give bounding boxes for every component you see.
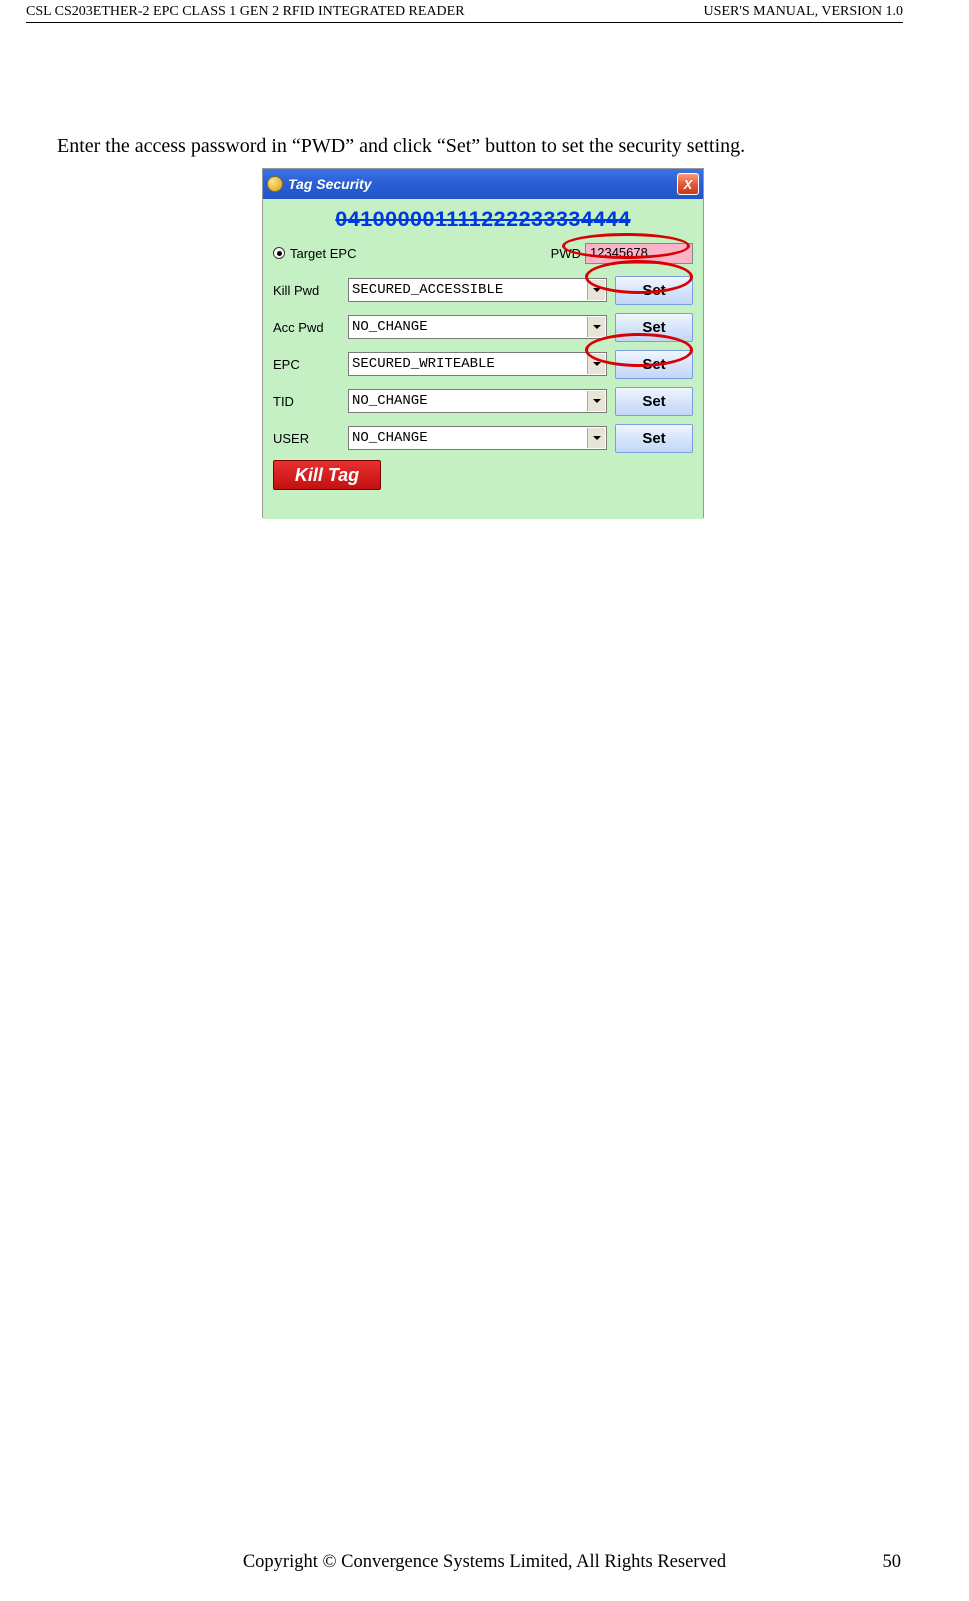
chevron-down-icon [587,428,605,448]
epc-display: 041000001111222233334444 [273,203,693,238]
epc-dropdown[interactable]: SECURED_WRITEABLE [348,352,607,376]
target-row: Target EPC PWD 12345678 [273,238,693,268]
content: Enter the access password in “PWD” and c… [57,135,909,518]
accpwd-label: Acc Pwd [273,320,348,335]
tid-dropdown[interactable]: NO_CHANGE [348,389,607,413]
app-icon [267,176,283,192]
window-title: Tag Security [288,176,372,192]
instruction-text: Enter the access password in “PWD” and c… [57,135,909,158]
page-number: 50 [883,1552,902,1573]
epc-row: EPC SECURED_WRITEABLE Set [273,349,693,379]
pwd-label: PWD [551,246,581,261]
epc-value: SECURED_WRITEABLE [352,356,495,372]
chevron-down-icon [587,280,605,300]
accpwd-set-button[interactable]: Set [615,313,693,342]
close-button[interactable]: X [677,173,699,195]
user-value: NO_CHANGE [352,430,428,446]
page-header: CSL CS203ETHER-2 EPC CLASS 1 GEN 2 RFID … [26,4,903,23]
pwd-input[interactable]: 12345678 [585,243,693,264]
chevron-down-icon [587,391,605,411]
tid-label: TID [273,394,348,409]
tid-set-button[interactable]: Set [615,387,693,416]
epc-set-button[interactable]: Set [615,350,693,379]
accpwd-dropdown[interactable]: NO_CHANGE [348,315,607,339]
chevron-down-icon [587,354,605,374]
user-dropdown[interactable]: NO_CHANGE [348,426,607,450]
killpwd-set-button[interactable]: Set [615,276,693,305]
footer-copyright: Copyright © Convergence Systems Limited,… [0,1552,969,1573]
killpwd-label: Kill Pwd [273,283,348,298]
titlebar: Tag Security X [263,169,703,199]
target-epc-radio[interactable] [273,247,285,259]
tid-row: TID NO_CHANGE Set [273,386,693,416]
tid-value: NO_CHANGE [352,393,428,409]
header-left: CSL CS203ETHER-2 EPC CLASS 1 GEN 2 RFID … [26,4,465,20]
tag-security-window: Tag Security X 041000001111222233334444 … [262,168,704,518]
epc-label: EPC [273,357,348,372]
user-row: USER NO_CHANGE Set [273,423,693,453]
killpwd-value: SECURED_ACCESSIBLE [352,282,503,298]
accpwd-value: NO_CHANGE [352,319,428,335]
user-set-button[interactable]: Set [615,424,693,453]
killpwd-dropdown[interactable]: SECURED_ACCESSIBLE [348,278,607,302]
killpwd-row: Kill Pwd SECURED_ACCESSIBLE Set [273,275,693,305]
kill-tag-button[interactable]: Kill Tag [273,460,381,490]
target-epc-label: Target EPC [290,246,356,261]
user-label: USER [273,431,348,446]
accpwd-row: Acc Pwd NO_CHANGE Set [273,312,693,342]
header-right: USER'S MANUAL, VERSION 1.0 [704,4,903,20]
chevron-down-icon [587,317,605,337]
panel: 041000001111222233334444 Target EPC PWD … [263,199,703,519]
